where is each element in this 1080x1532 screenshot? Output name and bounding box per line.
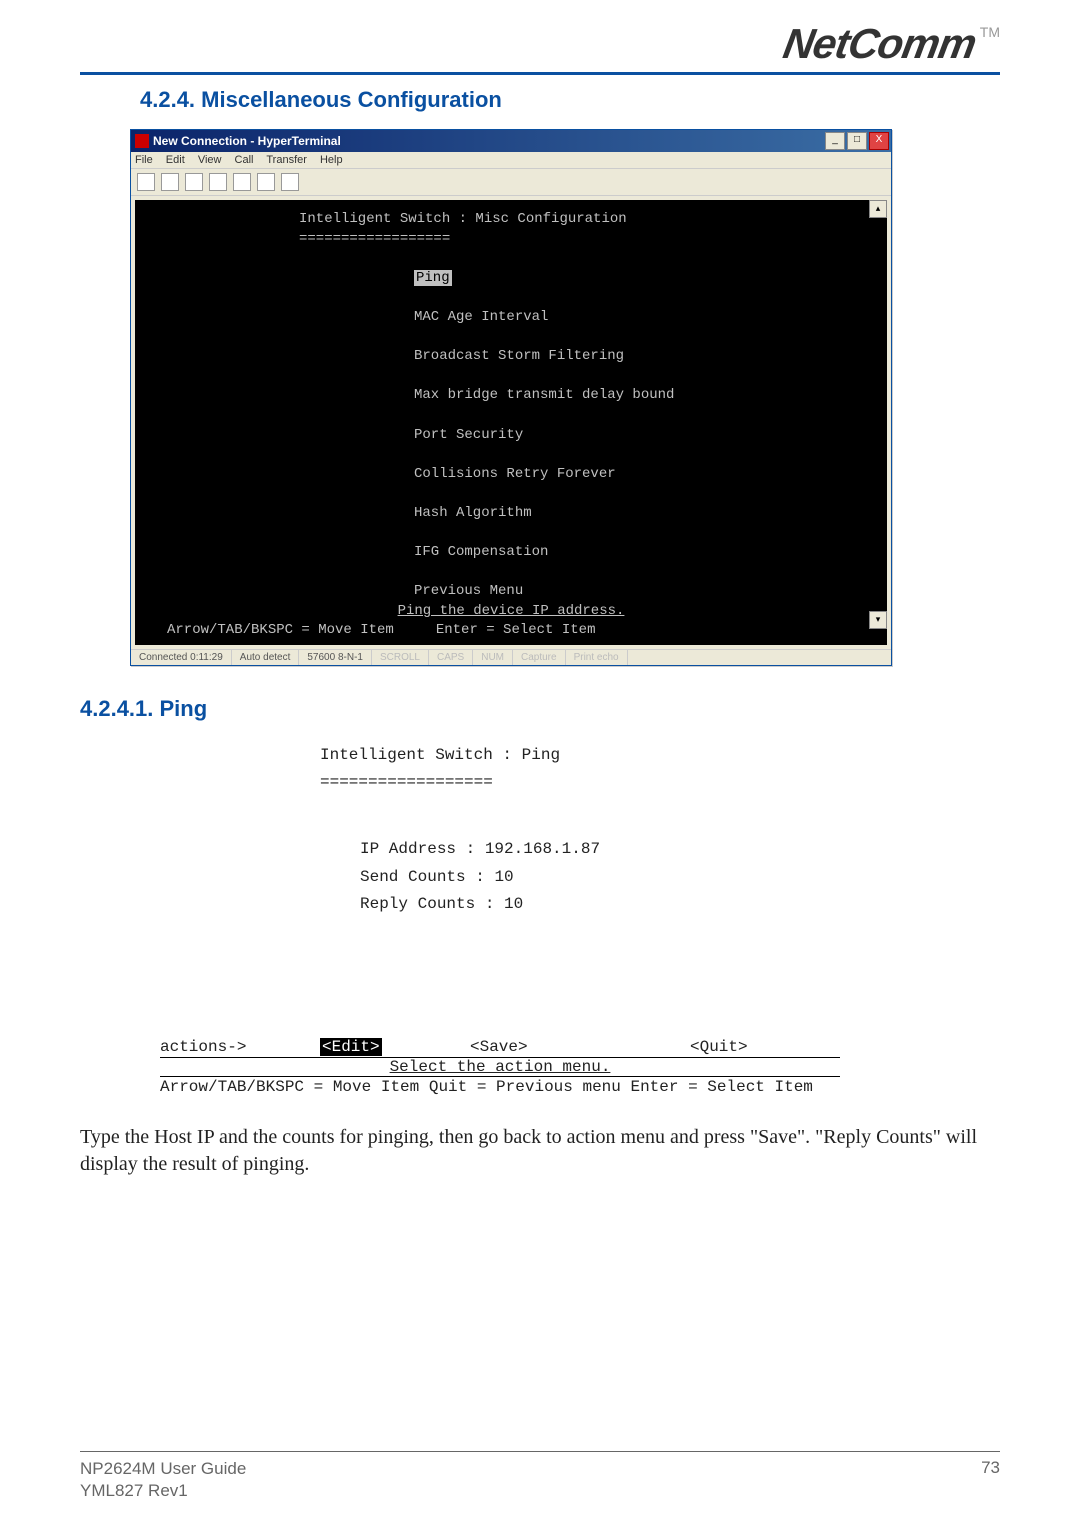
terminal-underline: ================== <box>149 230 873 250</box>
menu-item-ifg[interactable]: IFG Compensation <box>149 543 873 563</box>
body-paragraph: Type the Host IP and the counts for ping… <box>80 1124 1000 1178</box>
menu-transfer[interactable]: Transfer <box>266 154 307 166</box>
ping-reply-row: Reply Counts : 10 <box>360 891 1000 918</box>
subsection-heading: 4.2.4.1. Ping <box>80 696 1000 722</box>
ping-reply-value: 10 <box>504 895 523 913</box>
action-edit[interactable]: <Edit> <box>320 1038 470 1056</box>
ping-send-value: 10 <box>494 868 513 886</box>
section-heading: 4.2.4. Miscellaneous Configuration <box>140 87 1000 113</box>
header: NetComm TM <box>80 20 1000 68</box>
new-icon[interactable] <box>137 173 155 191</box>
status-connected: Connected 0:11:29 <box>131 650 232 665</box>
page-number: 73 <box>981 1458 1000 1502</box>
status-detect: Auto detect <box>232 650 300 665</box>
window-titlebar[interactable]: New Connection - HyperTerminal _ □ X <box>131 130 891 152</box>
action-keys: Arrow/TAB/BKSPC = Move Item Quit = Previ… <box>160 1076 840 1096</box>
menu-item-previous[interactable]: Previous Menu <box>149 582 873 602</box>
menu-item-port-security[interactable]: Port Security <box>149 426 873 446</box>
footer-line1: NP2624M User Guide <box>80 1458 246 1480</box>
status-num: NUM <box>473 650 513 665</box>
scroll-up-button[interactable]: ▴ <box>869 200 887 218</box>
status-capture: Capture <box>513 650 566 665</box>
menu-item-hash[interactable]: Hash Algorithm <box>149 504 873 524</box>
receive-icon[interactable] <box>257 173 275 191</box>
hyperterminal-window: New Connection - HyperTerminal _ □ X Fil… <box>130 129 892 666</box>
action-hint: Select the action menu. <box>160 1058 840 1076</box>
open-icon[interactable] <box>161 173 179 191</box>
actions-label: actions-> <box>160 1038 320 1056</box>
menu-view[interactable]: View <box>198 154 222 166</box>
menu-file[interactable]: File <box>135 154 153 166</box>
action-quit[interactable]: <Quit> <box>690 1038 748 1056</box>
minimize-button[interactable]: _ <box>825 132 845 150</box>
scroll-down-button[interactable]: ▾ <box>869 611 887 629</box>
props-icon[interactable] <box>281 173 299 191</box>
terminal-keys: Arrow/TAB/BKSPC = Move Item Enter = Sele… <box>149 621 873 641</box>
menu-item-mac-age[interactable]: MAC Age Interval <box>149 308 873 328</box>
ping-underline: ================== <box>320 769 1000 796</box>
terminal-container: ▴ Intelligent Switch : Misc Configuratio… <box>131 196 891 649</box>
ping-title: Intelligent Switch : Ping <box>320 742 1000 769</box>
menu-item-broadcast-storm[interactable]: Broadcast Storm Filtering <box>149 347 873 367</box>
status-printecho: Print echo <box>566 650 628 665</box>
action-save[interactable]: <Save> <box>470 1038 690 1056</box>
header-rule <box>80 72 1000 75</box>
menu-bar[interactable]: File Edit View Call Transfer Help <box>131 152 891 169</box>
close-button[interactable]: X <box>869 132 889 150</box>
terminal-hint: Ping the device IP address. <box>149 602 873 622</box>
app-icon <box>135 134 149 148</box>
ping-screen: Intelligent Switch : Ping ==============… <box>320 742 1000 918</box>
ping-ip-value: 192.168.1.87 <box>485 840 600 858</box>
status-baud: 57600 8-N-1 <box>299 650 372 665</box>
toolbar <box>131 169 891 196</box>
action-bar: actions-> <Edit> <Save> <Quit> Select th… <box>160 1038 840 1096</box>
menu-item-collisions[interactable]: Collisions Retry Forever <box>149 465 873 485</box>
page-footer: NP2624M User Guide YML827 Rev1 73 <box>80 1451 1000 1502</box>
status-scroll: SCROLL <box>372 650 429 665</box>
ping-ip-row: IP Address : 192.168.1.87 <box>360 836 1000 863</box>
terminal-title: Intelligent Switch : Misc Configuration <box>149 210 873 230</box>
status-caps: CAPS <box>429 650 473 665</box>
call-icon[interactable] <box>185 173 203 191</box>
menu-help[interactable]: Help <box>320 154 343 166</box>
menu-item-max-bridge[interactable]: Max bridge transmit delay bound <box>149 386 873 406</box>
trademark: TM <box>980 24 1000 40</box>
send-icon[interactable] <box>233 173 251 191</box>
brand-logo: NetComm TM <box>784 20 1000 68</box>
ping-send-row: Send Counts : 10 <box>360 864 1000 891</box>
menu-call[interactable]: Call <box>235 154 254 166</box>
footer-line2: YML827 Rev1 <box>80 1480 246 1502</box>
status-bar: Connected 0:11:29 Auto detect 57600 8-N-… <box>131 649 891 665</box>
hangup-icon[interactable] <box>209 173 227 191</box>
terminal-screen[interactable]: Intelligent Switch : Misc Configuration=… <box>135 200 887 645</box>
maximize-button[interactable]: □ <box>847 132 867 150</box>
window-title: New Connection - HyperTerminal <box>153 134 823 148</box>
menu-edit[interactable]: Edit <box>166 154 185 166</box>
logo-text: NetComm <box>780 20 980 68</box>
menu-item-ping[interactable]: Ping <box>149 269 873 289</box>
